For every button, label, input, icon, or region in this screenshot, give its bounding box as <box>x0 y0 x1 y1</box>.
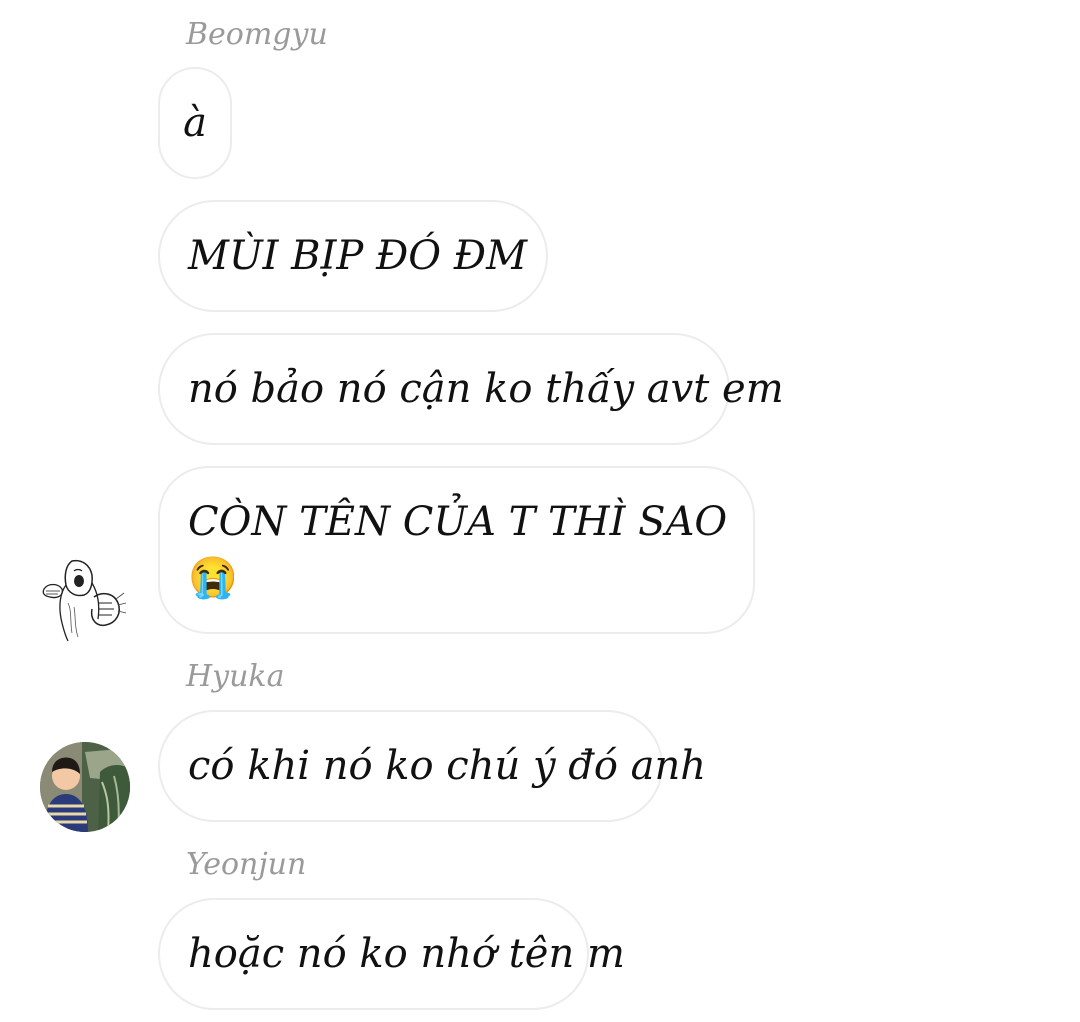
message-text: MÙI BỊP ĐÓ ĐM <box>188 233 528 279</box>
message-bubble[interactable]: à <box>158 67 232 179</box>
sketch-avatar-icon[interactable] <box>38 553 128 643</box>
photo-avatar-icon[interactable] <box>40 742 130 832</box>
message-bubble[interactable]: MÙI BỊP ĐÓ ĐM <box>158 200 548 312</box>
message-text: có khi nó ko chú ý đó anh <box>188 743 707 789</box>
message-text: nó bảo nó cận ko thấy avt em <box>188 366 784 412</box>
message-text: à <box>183 100 207 146</box>
message-bubble[interactable]: có khi nó ko chú ý đó anh <box>158 710 706 822</box>
sender-name-beomgyu: Beomgyu <box>186 17 328 52</box>
sender-name-hyuka: Hyuka <box>186 659 285 694</box>
message-text: CÒN TÊN CỦA T THÌ SAO <box>188 499 728 545</box>
photo-avatar-graphic <box>40 742 130 832</box>
message-text: hoặc nó ko nhớ tên m <box>188 931 625 977</box>
message-bubble[interactable]: hoặc nó ko nhớ tên m <box>158 898 625 1010</box>
crying-face-emoji: 😭 <box>188 555 238 601</box>
message-bubble[interactable]: nó bảo nó cận ko thấy avt em <box>158 333 784 445</box>
sketch-avatar-graphic <box>38 553 128 643</box>
message-bubble[interactable]: CÒN TÊN CỦA T THÌ SAO 😭 <box>158 466 755 634</box>
sender-name-yeonjun: Yeonjun <box>186 847 307 882</box>
